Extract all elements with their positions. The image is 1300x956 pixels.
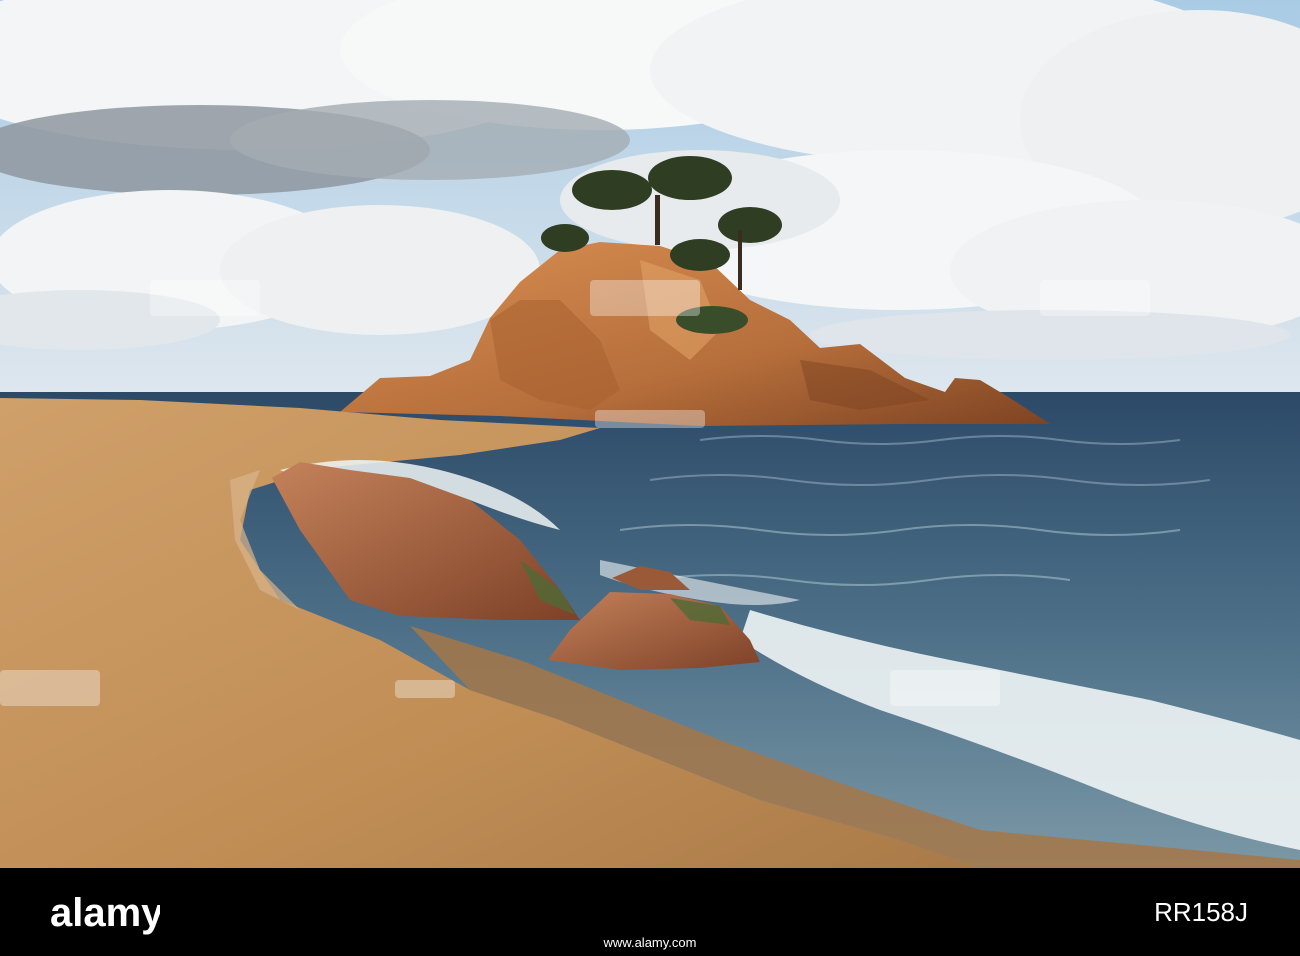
beach-photo <box>0 0 1300 868</box>
svg-text:alamy: alamy <box>50 891 160 935</box>
photo-canvas <box>0 0 1300 868</box>
watermark-bar: alamy www.alamy.com RR158J <box>0 868 1300 956</box>
image-id: RR158J <box>1154 897 1248 927</box>
alamy-logo-mark: alamy <box>50 891 160 935</box>
alamy-logo: alamy <box>50 888 160 936</box>
watermark-caption: www.alamy.com <box>603 935 697 950</box>
